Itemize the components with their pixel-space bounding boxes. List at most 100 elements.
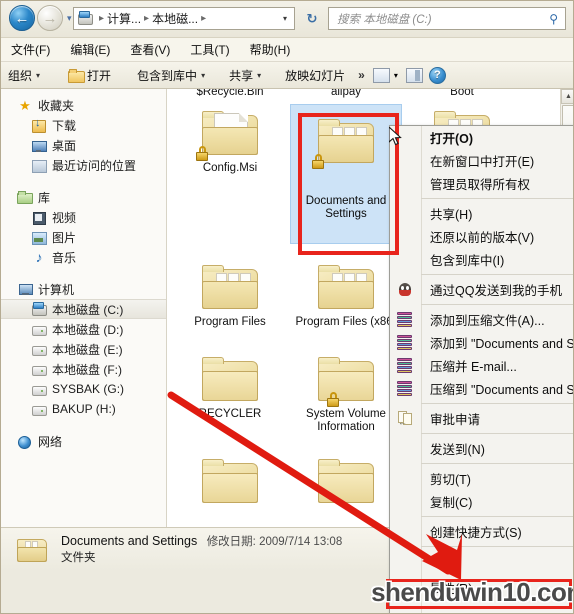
context-menu-item-open-new-window[interactable]: 在新窗口中打开(E) [390,149,573,172]
menu-edit[interactable]: 编辑(E) [60,39,120,60]
sidebar-item-drive-h[interactable]: BAKUP (H:) [1,399,166,419]
context-menu-item-approval-request[interactable]: ← 审批申请 [390,407,573,430]
file-label: RECYCLER [198,408,262,420]
slideshow-button[interactable]: 放映幻灯片 [278,65,352,86]
file-item-program-files[interactable]: Program Files [175,259,285,329]
sidebar-item-computer[interactable]: 计算机 [1,279,166,299]
sidebar-item-network[interactable]: 网络 [1,431,166,451]
sidebar-item-pictures[interactable]: 图片 [1,227,166,247]
sidebar-label: 本地磁盘 (C:) [52,302,124,317]
sidebar-item-drive-c[interactable]: 本地磁盘 (C:) [1,299,166,319]
context-menu-item-send-via-qq[interactable]: 通过QQ发送到我的手机 [390,278,573,301]
context-menu-item-add-to-named-archive[interactable]: 添加到 "Documents and S [390,331,573,354]
sidebar-label: 桌面 [52,138,77,153]
sidebar-item-downloads[interactable]: 下载 [1,115,166,135]
context-menu-item-take-ownership[interactable]: 管理员取得所有权 [390,172,573,195]
context-menu-item-add-to-archive[interactable]: 添加到压缩文件(A)... [390,308,573,331]
file-item[interactable] [175,453,285,509]
context-menu-label: 通过QQ发送到我的手机 [430,284,562,298]
file-item-documents-and-settings[interactable]: Documents and Settings [290,104,402,244]
address-bar: ← → ▾ ▸ 计算... ▸ 本地磁... ▸ ▾ ↻ 搜索 本地磁盘 (C:… [1,1,573,37]
back-button[interactable]: ← [9,5,35,31]
sidebar-item-drive-e[interactable]: 本地磁盘 (E:) [1,339,166,359]
refresh-button[interactable]: ↻ [300,7,324,30]
organize-button[interactable]: 组织 ▾ [1,65,47,86]
context-menu-item-send-to[interactable]: 发送到(N) [390,437,573,460]
menu-icon-slot [390,172,421,195]
context-menu-item-cut[interactable]: 剪切(T) [390,467,573,490]
winrar-icon [397,335,413,350]
context-menu-item-open[interactable]: 打开(O) [390,126,573,149]
sidebar-item-desktop[interactable]: 桌面 [1,135,166,155]
context-menu[interactable]: 打开(O) 在新窗口中打开(E) 管理员取得所有权 共享(H) 还原以前的版本(… [389,125,573,613]
videos-icon [31,210,47,225]
search-icon: ⚲ [549,11,558,26]
context-menu-item-create-shortcut[interactable]: 创建快捷方式(S) [390,520,573,543]
watermark-text: shenduwin10.com [371,576,574,607]
file-item-config-msi[interactable]: Config.Msi [175,105,285,175]
sidebar-item-drive-d[interactable]: 本地磁盘 (D:) [1,319,166,339]
forward-button[interactable]: → [37,5,63,31]
file-item-recycler[interactable]: RECYCLER [175,351,285,421]
help-icon[interactable]: ? [428,66,446,84]
context-menu-item-share[interactable]: 共享(H) [390,202,573,225]
status-item-type: 文件夹 [61,552,96,564]
navigation-buttons: ← → ▾ [9,5,72,31]
breadcrumb-item-drive[interactable]: 本地磁... [150,10,200,27]
folder-icon [68,69,86,83]
context-menu-separator [390,430,573,437]
sidebar-item-drive-f[interactable]: 本地磁盘 (F:) [1,359,166,379]
context-menu-item-compress-and-email[interactable]: 压缩并 E-mail... [390,354,573,377]
open-button[interactable]: 打开 [61,65,118,86]
file-icon [312,351,380,407]
menu-icon-slot [390,149,421,172]
forward-arrow-icon: → [42,9,58,27]
context-menu-item-copy[interactable]: 复制(C) [390,490,573,513]
context-menu-label: 复制(C) [430,496,473,510]
file-item[interactable]: alipay [291,89,401,99]
preview-pane-icon[interactable] [372,67,390,83]
context-menu-label: 共享(H) [430,208,473,222]
sidebar-item-libraries[interactable]: 库 [1,187,166,207]
sidebar-item-recent-places[interactable]: 最近访问的位置 [1,155,166,175]
sidebar-label: 库 [38,190,51,205]
toolbar-overflow-button[interactable]: » [352,66,371,84]
include-in-library-button[interactable]: 包含到库中 ▾ [130,65,212,86]
file-item-system-volume-information[interactable]: System Volume Information [291,351,401,434]
menu-tools[interactable]: 工具(T) [180,39,239,60]
explorer-window: ← → ▾ ▸ 计算... ▸ 本地磁... ▸ ▾ ↻ 搜索 本地磁盘 (C:… [0,0,574,614]
share-button[interactable]: 共享 ▾ [222,65,268,86]
layout-pane-icon[interactable] [405,67,423,83]
menu-help[interactable]: 帮助(H) [240,39,301,60]
star-icon: ★ [19,97,31,113]
navigation-pane[interactable]: ★ 收藏夹 下载 桌面 最近访问的位置 库 视频 [1,89,167,527]
sidebar-item-music[interactable]: ♪ 音乐 [1,247,166,267]
breadcrumb-item-computer[interactable]: 计算... [105,10,143,27]
scroll-up-button[interactable]: ▲ [561,89,573,104]
menu-view[interactable]: 查看(V) [120,39,180,60]
context-menu-label: 包含到库中(I) [430,254,505,268]
file-icon [312,113,380,169]
file-item[interactable]: $Recycle.Bin [175,89,285,99]
view-dropdown-icon[interactable]: ▾ [394,71,398,80]
menu-icon-slot [390,248,421,271]
file-item[interactable]: Boot [407,89,517,99]
sidebar-item-drive-g[interactable]: SYSBAK (G:) [1,379,166,399]
context-menu-label: 添加到压缩文件(A)... [430,314,545,328]
sidebar-item-favorites[interactable]: ★ 收藏夹 [1,95,166,115]
history-dropdown-icon[interactable]: ▾ [67,13,72,24]
music-icon: ♪ [35,248,43,265]
context-menu-label: 还原以前的版本(V) [430,231,535,245]
breadcrumb-dropdown-icon[interactable]: ▾ [283,14,287,23]
sidebar-item-videos[interactable]: 视频 [1,207,166,227]
context-menu-item-include-in-library[interactable]: 包含到库中(I) [390,248,573,271]
breadcrumb[interactable]: ▸ 计算... ▸ 本地磁... ▸ ▾ [73,7,295,30]
file-item[interactable] [291,453,401,509]
file-item-program-files-x86[interactable]: Program Files (x86) [291,259,401,329]
menu-file[interactable]: 文件(F) [1,39,60,60]
context-menu-item-compress-to-named[interactable]: 压缩到 "Documents and S [390,377,573,400]
context-menu-separator [390,460,573,467]
sidebar-label: 图片 [52,230,77,245]
context-menu-item-restore-previous-versions[interactable]: 还原以前的版本(V) [390,225,573,248]
search-input[interactable]: 搜索 本地磁盘 (C:) ⚲ [328,7,566,30]
